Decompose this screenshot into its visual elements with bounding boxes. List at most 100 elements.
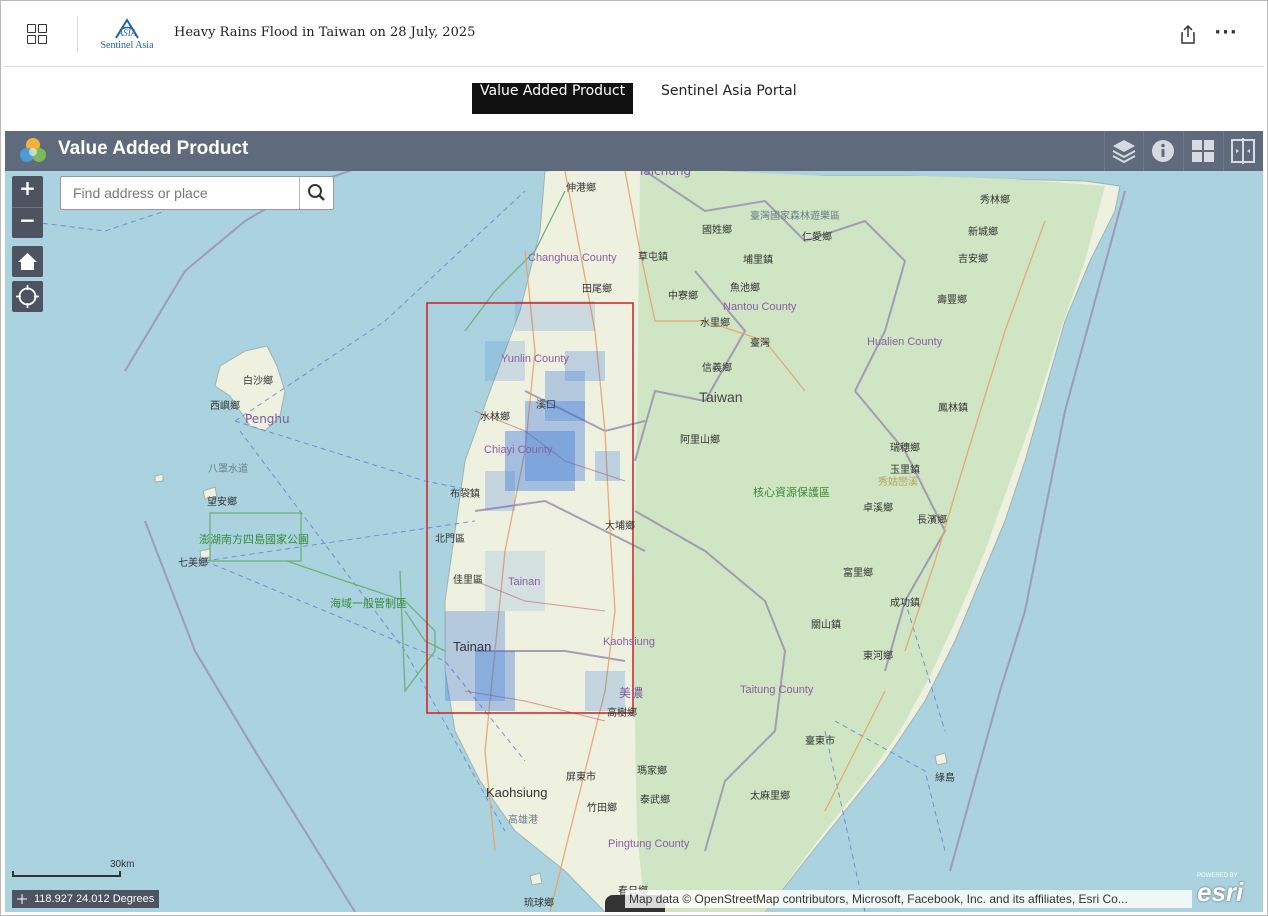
coordinate-text: 118.927 24.012 Degrees [34,893,155,905]
map-label: 西嶼鄉 [210,401,240,412]
map-label: 仁愛鄉 [802,232,832,243]
app-header: ASIA Sentinel Asia Heavy Rains Flood in … [4,2,1264,67]
map-label: 澎湖南方四島國家公園 [199,533,309,546]
map-label: 新城鄉 [968,227,998,238]
map-label: 核心資源保護區 [753,486,830,499]
map-label: 海域一般管制區 [330,597,407,610]
map-label: Taiwan [699,389,743,405]
esri-logo: POWERED BY esri [1197,873,1244,907]
map-label: Tainan [453,639,492,654]
map-label: 富里鄉 [843,568,873,579]
map-label: 七美鄉 [178,558,208,569]
map-label: 中寮鄉 [668,291,698,302]
map-label: 高雄港 [508,815,538,826]
search-widget [60,176,334,210]
zoom-in-button[interactable]: + [12,176,43,208]
map-label: 屏東市 [566,772,596,783]
swipe-icon[interactable] [1223,131,1262,171]
map-label: 壽豐鄉 [937,295,967,306]
map-label: 琉球鄉 [524,898,554,909]
map-label: 綠島 [935,773,955,784]
map-label: 草屯鎮 [638,252,668,263]
search-icon [308,184,325,201]
map-label: 八罩水道 [208,464,248,475]
map-label: 田尾鄉 [582,284,612,295]
map-label: 水里鄉 [700,318,730,329]
map-label: 瑪家鄉 [637,766,667,777]
map-label: Kaohsiung [603,636,655,648]
map-label: Taitung County [740,684,814,696]
map-label: Kaohsiung [486,785,548,800]
search-button[interactable] [299,177,333,209]
map-label: 竹田鄉 [587,803,617,814]
map-label: 成功鎮 [890,598,920,609]
map-label: Nantou County [723,301,797,313]
map-label: Tainan [508,576,541,588]
map-label: 伸港鄉 [566,183,596,194]
app-launcher-icon[interactable] [26,23,54,47]
map-label: 大埔鄉 [605,521,635,532]
header-divider [77,16,78,52]
map-label: 高樹鄉 [607,708,637,719]
map-label: 北門區 [435,534,465,545]
zoom-out-button[interactable]: − [12,208,43,239]
widget-header: Value Added Product [5,131,1263,171]
map-label: 長濱鄉 [917,515,947,526]
layers-icon[interactable] [1104,131,1143,171]
zoom-control: + − [12,176,43,238]
locate-button[interactable] [12,281,43,312]
map-view[interactable]: Taichung 伸港鄉 Changhua County 田尾鄉 草屯鎮 國姓鄉… [5,131,1263,912]
crosshair-icon [17,894,27,904]
logo-text: Sentinel Asia [100,40,154,51]
map-label: 臺東市 [805,736,835,747]
map-label: 臺灣國家森林遊樂區 [750,211,840,222]
map-label: 佳里區 [453,575,483,586]
map-label: 東河鄉 [863,651,893,662]
tab-sentinel-asia-portal[interactable]: Sentinel Asia Portal [653,83,805,114]
page-title: Heavy Rains Flood in Taiwan on 28 July, … [174,25,476,40]
map-label: 關山鎮 [811,620,841,631]
home-button[interactable] [12,246,43,277]
home-icon [18,253,37,270]
map-label: 瑞穗鄉 [890,443,920,454]
map-label: 卓溪鄉 [863,503,893,514]
map-label: Yunlin County [501,353,569,365]
map-label: 秀姑巒溪 [878,477,918,488]
map-attribution[interactable]: Map data © OpenStreetMap contributors, M… [625,890,1192,908]
coordinate-readout[interactable]: 118.927 24.012 Degrees [12,890,160,908]
map-label: Chiayi County [484,444,553,456]
locate-icon [16,285,39,308]
map-label: 望安鄉 [207,497,237,508]
map-label: 溪口 [536,400,556,411]
map-label: 布袋鎮 [450,489,480,500]
share-icon[interactable] [1179,24,1197,46]
basemap-gallery-icon[interactable] [1183,131,1222,171]
map-label: 太麻里鄉 [750,791,790,802]
map-label: 泰武鄉 [640,795,670,806]
scale-label: 30km [110,859,135,870]
map-label: 美濃 [619,686,644,700]
more-options-icon[interactable]: ··· [1214,24,1238,46]
map-label: 阿里山鄉 [680,435,720,446]
map-label: 臺灣 [750,338,770,349]
app-logo-icon [18,136,48,166]
sentinel-asia-logo: ASIA Sentinel Asia [96,16,158,54]
map-label: 水林鄉 [480,412,510,423]
map-label: 吉安鄉 [958,254,988,265]
widget-title: Value Added Product [58,138,249,159]
map-label: 信義鄉 [702,363,732,374]
map-label: 埔里鎮 [743,255,773,266]
info-icon[interactable] [1143,131,1182,171]
map-label: Pingtung County [608,838,690,850]
map-label: 國姓鄉 [702,225,732,236]
map-label: 秀林鄉 [980,195,1010,206]
map-label: Hualien County [867,336,943,348]
svg-text:ASIA: ASIA [117,28,137,38]
map-label: 魚池鄉 [730,283,760,294]
map-label: Penghu [245,412,290,426]
tab-value-added-product[interactable]: Value Added Product [472,83,634,114]
map-label: 白沙鄉 [243,376,273,387]
map-label: Changhua County [528,252,617,264]
search-input[interactable] [61,177,299,209]
map-label: 鳳林鎮 [938,403,968,414]
